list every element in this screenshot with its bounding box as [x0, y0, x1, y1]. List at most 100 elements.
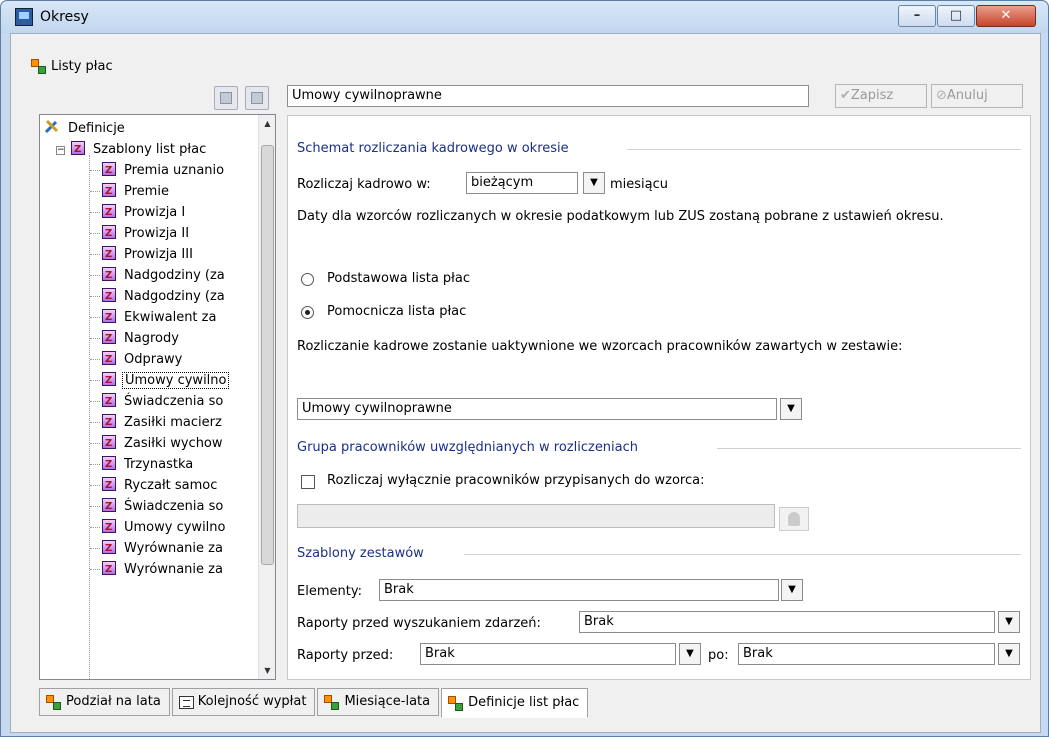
- tree-branch-line: [90, 548, 100, 549]
- tree-item[interactable]: Prowizja III: [90, 244, 195, 265]
- activation-text: Rozliczanie kadrowe zostanie uaktywnione…: [297, 339, 903, 354]
- workers-field: [297, 504, 775, 528]
- tree-root-label: Definicje: [68, 121, 125, 136]
- name-field[interactable]: Umowy cywilnoprawne: [287, 85, 809, 107]
- tree-item[interactable]: Prowizja II: [90, 223, 191, 244]
- tree-item[interactable]: Prowizja I: [90, 202, 187, 223]
- raporty-przed-dropdown-icon[interactable]: ▼: [679, 643, 701, 665]
- tab-miesiace-lata[interactable]: Miesiące-lata: [317, 688, 440, 716]
- add-folder-button[interactable]: [214, 86, 238, 110]
- tab-definicje-list-plac[interactable]: Definicje list płac: [441, 688, 589, 718]
- add-item-button[interactable]: [245, 86, 269, 110]
- tree-branch-line: [90, 464, 100, 465]
- raporty-przed-select[interactable]: Brak: [420, 643, 676, 665]
- set-dropdown-icon[interactable]: ▼: [780, 398, 802, 420]
- rozliczaj-select[interactable]: bieżącym: [466, 172, 578, 194]
- tree-branch-line: [90, 254, 100, 255]
- template-icon: [102, 433, 116, 454]
- radio-aux[interactable]: [301, 306, 314, 319]
- raporty-przed-label: Raporty przed:: [297, 648, 394, 663]
- template-icon: [102, 223, 116, 244]
- tree-structure-icon: [324, 695, 340, 710]
- save-button[interactable]: ✔Zapisz: [835, 84, 927, 108]
- tab-label: Podział na lata: [66, 694, 161, 709]
- tree-item[interactable]: Nadgodziny (za: [90, 265, 227, 286]
- miesiacu-label: miesiącu: [610, 177, 669, 192]
- tree-item[interactable]: Premia uznanio: [90, 160, 226, 181]
- tree-branch-line: [90, 191, 100, 192]
- radio-basic-label[interactable]: Podstawowa lista płac: [327, 271, 470, 286]
- tree-item[interactable]: Ekwiwalent za: [90, 307, 218, 328]
- listy-plac-tree[interactable]: Definicje − Szablony list płac Premia uzn…: [39, 114, 276, 680]
- rozliczaj-label: Rozliczaj kadrowo w:: [297, 177, 431, 192]
- grupa-group-title: Grupa pracowników uwzględnianych w rozli…: [297, 440, 639, 455]
- tab-label: Kolejność wypłat: [197, 694, 307, 709]
- tree-item[interactable]: Nagrody: [90, 328, 181, 349]
- tree-group[interactable]: − Szablony list płac: [56, 139, 208, 160]
- listy-plac-label: Listy płac: [51, 58, 113, 74]
- tree-branch-line: [90, 233, 100, 234]
- collapse-icon[interactable]: −: [56, 146, 65, 155]
- rozliczaj-dropdown-icon[interactable]: ▼: [583, 172, 605, 194]
- szablony-group-title: Szablony zestawów: [297, 546, 424, 561]
- tree-item[interactable]: Premie: [90, 181, 171, 202]
- workers-checkbox-label[interactable]: Rozliczaj wyłącznie pracowników przypisa…: [327, 473, 704, 488]
- tree-group-label: Szablony list płac: [93, 142, 207, 157]
- tree-item[interactable]: Umowy cywilno: [90, 370, 230, 391]
- tree-branch-line: [90, 485, 100, 486]
- tab-label: Miesiące-lata: [344, 694, 431, 709]
- listy-plac-header: Listy płac: [31, 55, 113, 77]
- tree-branch-line: [90, 296, 100, 297]
- tree-item-label: Premia uznanio: [124, 163, 225, 178]
- tree-item[interactable]: Wyrównanie za: [90, 559, 225, 580]
- title-bar[interactable]: Okresy – □ ✕: [1, 1, 1048, 33]
- radio-basic[interactable]: [301, 273, 314, 286]
- minimize-button[interactable]: –: [898, 5, 936, 27]
- template-icon: [71, 139, 85, 160]
- app-icon: [15, 8, 33, 26]
- tree-vertical-scrollbar[interactable]: ▲ ▼: [258, 115, 275, 679]
- tab-kolejnosc-wyplat[interactable]: Kolejność wypłat: [171, 688, 316, 716]
- szablony-divider: [464, 554, 1021, 555]
- tree-item[interactable]: Ryczałt samoc: [90, 475, 219, 496]
- set-select[interactable]: Umowy cywilnoprawne: [297, 398, 777, 420]
- tree-item-label: Ryczałt samoc: [124, 478, 218, 493]
- tree-item[interactable]: Umowy cywilno: [90, 517, 227, 538]
- tree-item[interactable]: Świadczenia so: [90, 391, 225, 412]
- tree-item[interactable]: Zasiłki wychow: [90, 433, 225, 454]
- bottom-tab-strip: Podział na lata Kolejność wypłat Miesiąc…: [39, 688, 590, 718]
- scroll-down-icon[interactable]: ▼: [259, 662, 275, 679]
- maximize-button[interactable]: □: [937, 5, 975, 27]
- tree-item[interactable]: Zasiłki macierz: [90, 412, 224, 433]
- tree-root[interactable]: Definicje: [44, 118, 127, 139]
- tree-branch-line: [90, 275, 100, 276]
- tree-item[interactable]: Świadczenia so: [90, 496, 225, 517]
- workers-checkbox[interactable]: [301, 475, 315, 489]
- tree-item-label: Trzynastka: [124, 457, 194, 472]
- tree-item[interactable]: Wyrównanie za: [90, 538, 225, 559]
- raporty-wyszuk-select[interactable]: Brak: [579, 611, 995, 633]
- tree-item[interactable]: Nadgodziny (za: [90, 286, 227, 307]
- tree-branch-line: [90, 317, 100, 318]
- elementy-select[interactable]: Brak: [379, 579, 779, 601]
- cancel-label: Anuluj: [946, 88, 988, 103]
- scroll-up-icon[interactable]: ▲: [259, 115, 275, 132]
- tree-item[interactable]: Odprawy: [90, 349, 184, 370]
- template-icon: [102, 412, 116, 433]
- tree-item[interactable]: Trzynastka: [90, 454, 195, 475]
- tree-branch-line: [90, 401, 100, 402]
- cancel-button[interactable]: ⊘Anuluj: [931, 84, 1023, 108]
- tree-item-label: Świadczenia so: [124, 394, 224, 409]
- po-select[interactable]: Brak: [738, 643, 995, 665]
- raporty-wyszuk-dropdown-icon[interactable]: ▼: [998, 611, 1020, 633]
- template-icon: [102, 181, 116, 202]
- radio-aux-label[interactable]: Pomocnicza lista płac: [327, 304, 466, 319]
- scrollbar-thumb[interactable]: [261, 145, 274, 565]
- okresy-window: Okresy – □ ✕ Listy płac Definicje − Szabl…: [0, 0, 1049, 737]
- po-dropdown-icon[interactable]: ▼: [998, 643, 1020, 665]
- elementy-dropdown-icon[interactable]: ▼: [781, 579, 803, 601]
- tree-structure-icon: [448, 696, 464, 711]
- close-button[interactable]: ✕: [976, 5, 1036, 27]
- tab-podzial-na-lata[interactable]: Podział na lata: [39, 688, 170, 716]
- template-icon: [102, 307, 116, 328]
